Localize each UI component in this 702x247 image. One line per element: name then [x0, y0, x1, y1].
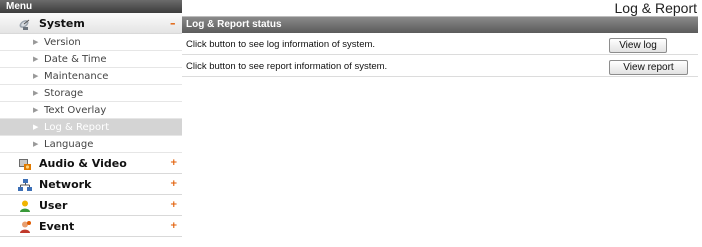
- user-icon: [18, 198, 32, 212]
- chevron-right-icon: ▶: [33, 106, 39, 114]
- view-log-button[interactable]: View log: [609, 38, 667, 53]
- page-title: Log & Report: [614, 0, 698, 16]
- expand-icon[interactable]: +: [170, 153, 178, 174]
- sidebar-item-maintenance[interactable]: ▶ Maintenance: [0, 68, 182, 85]
- chevron-right-icon: ▶: [33, 38, 39, 46]
- event-icon: [18, 219, 32, 233]
- chevron-right-icon: ▶: [33, 55, 39, 63]
- user-label: User: [39, 199, 68, 212]
- expand-icon[interactable]: +: [170, 174, 178, 195]
- chevron-right-icon: ▶: [33, 140, 39, 148]
- sidebar-item-version[interactable]: ▶ Version: [0, 34, 182, 51]
- network-label: Network: [39, 178, 92, 191]
- sidebar-item-log-report[interactable]: ▶ Log & Report: [0, 119, 182, 136]
- sidebar-category-event[interactable]: Event +: [0, 216, 182, 237]
- sidebar-item-date-time[interactable]: ▶ Date & Time: [0, 51, 182, 68]
- audio-video-label: Audio & Video: [39, 157, 127, 170]
- section-header: Log & Report status: [182, 17, 698, 33]
- menu-header: Menu: [0, 0, 182, 13]
- sidebar-category-user[interactable]: User +: [0, 195, 182, 216]
- event-label: Event: [39, 220, 75, 233]
- system-label: System: [39, 17, 85, 30]
- log-row: Click button to see log information of s…: [182, 35, 698, 55]
- sidebar-item-label: Version: [44, 37, 81, 48]
- expand-icon[interactable]: +: [170, 195, 178, 216]
- sidebar-menu: Menu System – ▶ Version ▶ Date & Time ▶ …: [0, 0, 182, 247]
- log-description: Click button to see log information of s…: [186, 39, 376, 50]
- report-row: Click button to see report information o…: [182, 57, 698, 77]
- sidebar-item-label: Storage: [44, 88, 84, 99]
- satellite-dish-icon: [18, 16, 32, 30]
- report-description: Click button to see report information o…: [186, 61, 388, 72]
- chevron-right-icon: ▶: [33, 89, 39, 97]
- sidebar-category-network[interactable]: Network +: [0, 174, 182, 195]
- sidebar-category-system[interactable]: System –: [0, 13, 182, 34]
- sidebar-category-audio-video[interactable]: Audio & Video +: [0, 153, 182, 174]
- main-content: Log & Report Log & Report status Click b…: [182, 0, 702, 247]
- sidebar-item-label: Log & Report: [44, 122, 110, 133]
- network-icon: [18, 177, 32, 191]
- expand-icon[interactable]: +: [170, 216, 178, 237]
- chevron-right-icon: ▶: [33, 123, 39, 131]
- chevron-right-icon: ▶: [33, 72, 39, 80]
- view-report-button[interactable]: View report: [609, 60, 688, 75]
- sidebar-item-label: Language: [44, 139, 94, 150]
- sidebar-item-storage[interactable]: ▶ Storage: [0, 85, 182, 102]
- sidebar-item-label: Maintenance: [44, 71, 109, 82]
- camera-film-icon: [18, 156, 32, 170]
- sidebar-item-text-overlay[interactable]: ▶ Text Overlay: [0, 102, 182, 119]
- sidebar-item-label: Text Overlay: [44, 105, 107, 116]
- sidebar-item-label: Date & Time: [44, 54, 107, 65]
- collapse-icon[interactable]: –: [170, 13, 176, 34]
- sidebar-item-language[interactable]: ▶ Language: [0, 136, 182, 153]
